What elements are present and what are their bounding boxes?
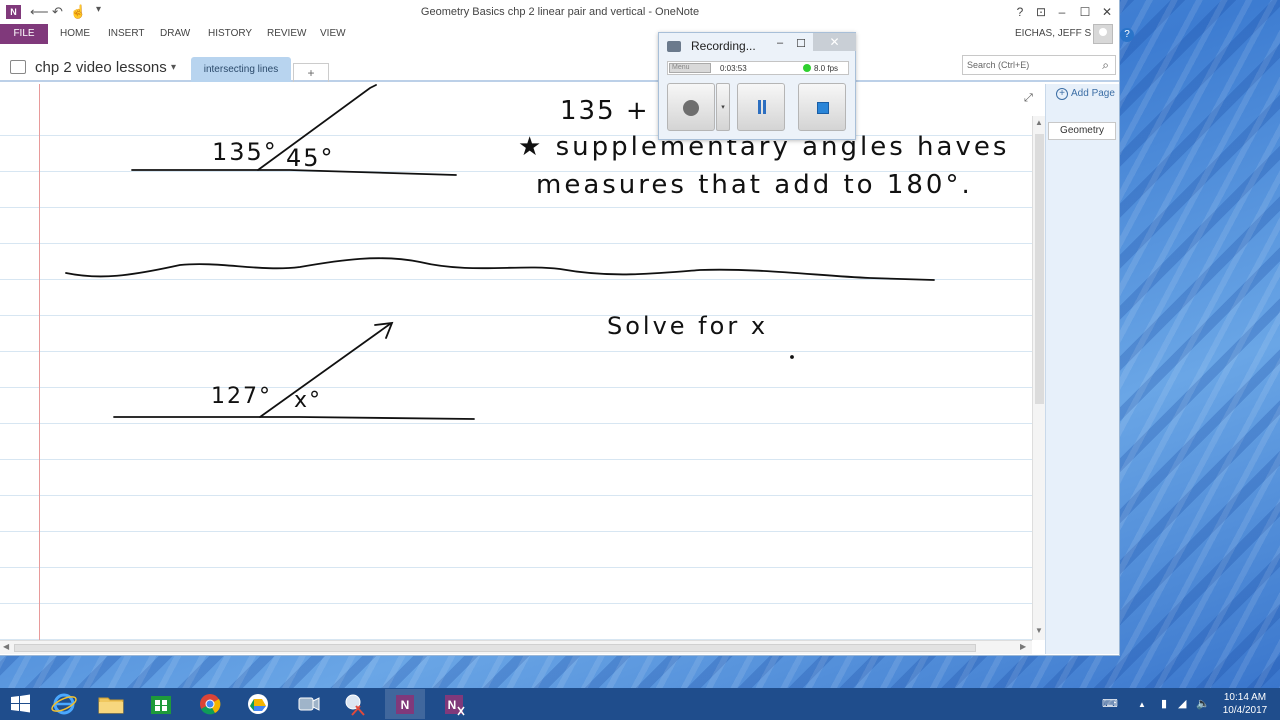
chevron-down-icon[interactable]: ▾ xyxy=(171,62,176,73)
stop-icon xyxy=(817,102,829,114)
note-supplementary-line2: measures that add to 180°. xyxy=(536,170,973,200)
note-angle-127: 127° xyxy=(211,384,272,409)
add-page-button[interactable]: + Add Page xyxy=(1056,88,1115,100)
note-page[interactable]: ⤢ 135° 45° 135 + 45 ★ supplementary angl… xyxy=(0,84,1033,640)
vertical-scrollbar[interactable]: ▲ ▼ xyxy=(1032,116,1045,640)
add-section-button[interactable]: + xyxy=(293,63,329,82)
minimize-button[interactable]: – xyxy=(1051,4,1073,20)
recorder-title: Recording... xyxy=(691,39,756,53)
tab-home[interactable]: HOME xyxy=(60,28,90,39)
help-icon[interactable]: ? xyxy=(1120,28,1134,42)
record-button[interactable] xyxy=(667,83,715,131)
title-bar: N ⟵ ↶ ☝ ▾ Geometry Basics chp 2 linear p… xyxy=(0,0,1119,24)
recorder-maximize-button[interactable]: ☐ xyxy=(792,37,810,50)
avatar[interactable] xyxy=(1093,24,1113,44)
network-icon[interactable]: ◢ xyxy=(1178,697,1186,710)
chrome-icon[interactable] xyxy=(190,689,230,719)
status-dot-icon xyxy=(803,64,811,72)
camera-icon xyxy=(667,41,681,52)
onenote-window: N ⟵ ↶ ☝ ▾ Geometry Basics chp 2 linear p… xyxy=(0,0,1120,656)
tab-history[interactable]: HISTORY xyxy=(208,28,252,39)
google-drive-icon[interactable] xyxy=(238,689,278,719)
keyboard-icon[interactable]: ⌨ xyxy=(1102,697,1118,710)
recorder-close-button[interactable]: ✕ xyxy=(813,33,856,51)
ink-ray-bottom xyxy=(259,323,391,418)
battery-icon[interactable]: ▮ xyxy=(1161,697,1167,710)
horizontal-scroll-thumb[interactable] xyxy=(14,644,976,652)
recorder-menu-dropdown[interactable]: Menu xyxy=(669,63,711,73)
search-icon[interactable]: ⌕ xyxy=(1102,56,1109,74)
tab-review[interactable]: REVIEW xyxy=(267,28,306,39)
window-title: Geometry Basics chp 2 linear pair and ve… xyxy=(420,6,700,18)
clock-date: 10/4/2017 xyxy=(1222,705,1268,716)
snipping-tool-icon[interactable] xyxy=(336,689,376,719)
recording-time: 0:03:53 xyxy=(720,64,747,73)
recording-window: Recording... – ☐ ✕ Menu 0:03:53 8.0 fps … xyxy=(658,32,856,140)
ink-wavy-divider xyxy=(65,257,935,281)
svg-text:N: N xyxy=(401,698,410,712)
add-page-label: Add Page xyxy=(1071,88,1115,99)
notebook-name[interactable]: chp 2 video lessons xyxy=(35,59,167,76)
tab-section-intersecting-lines[interactable]: intersecting lines xyxy=(191,57,291,82)
scroll-left-icon[interactable]: ◀ xyxy=(3,642,9,651)
note-solve-for-x: Solve for x xyxy=(607,312,769,340)
page-list-pane: + Add Page Geometry xyxy=(1045,84,1119,654)
note-angle-135: 135° xyxy=(212,138,278,166)
search-input[interactable]: Search (Ctrl+E) ⌕ xyxy=(962,55,1116,75)
close-button[interactable]: ✕ xyxy=(1096,4,1118,20)
taskbar-clock[interactable]: 10:14 AM 10/4/2017 xyxy=(1214,691,1276,717)
ink-line-bottom xyxy=(113,416,475,420)
volume-icon[interactable]: 🔈 xyxy=(1196,697,1210,710)
stop-button[interactable] xyxy=(798,83,846,131)
record-icon xyxy=(683,100,699,116)
onenote-clipper-icon[interactable]: N xyxy=(434,689,474,719)
record-options-dropdown[interactable]: ▾ xyxy=(716,83,730,131)
start-icon[interactable] xyxy=(0,689,40,719)
recorder-minimize-button[interactable]: – xyxy=(771,37,789,49)
ink-drawing xyxy=(65,84,935,420)
store-icon[interactable] xyxy=(141,689,181,719)
help-button[interactable]: ? xyxy=(1009,4,1031,20)
tab-insert[interactable]: INSERT xyxy=(108,28,145,39)
ink-dot xyxy=(790,355,794,359)
taskbar: N N ⌨ ▲ ▮ ◢ 🔈 10:14 AM 10/4/2017 xyxy=(0,688,1280,720)
show-hidden-icon[interactable]: ▲ xyxy=(1138,700,1146,709)
tab-file[interactable]: FILE xyxy=(0,24,48,44)
internet-explorer-icon[interactable] xyxy=(44,689,84,719)
page-list-item-geometry[interactable]: Geometry xyxy=(1048,122,1116,140)
search-placeholder: Search (Ctrl+E) xyxy=(967,60,1030,70)
file-explorer-icon[interactable] xyxy=(91,689,131,719)
ribbon-tabs: FILE HOME INSERT DRAW HISTORY REVIEW VIE… xyxy=(0,24,1119,44)
notebook-bar: chp 2 video lessons ▾ intersecting lines… xyxy=(0,44,1119,82)
note-angle-45: 45° xyxy=(286,144,335,172)
recorder-status-bar: Menu 0:03:53 8.0 fps xyxy=(667,61,849,75)
user-account[interactable]: EICHAS, JEFF S ▾ xyxy=(1015,28,1099,39)
note-angle-x: x° xyxy=(294,388,323,413)
recording-fps: 8.0 fps xyxy=(814,64,839,73)
pause-icon xyxy=(757,100,767,114)
tab-view[interactable]: VIEW xyxy=(320,28,346,39)
add-page-icon: + xyxy=(1056,88,1068,100)
clock-time: 10:14 AM xyxy=(1223,692,1267,703)
pause-button[interactable] xyxy=(737,83,785,131)
horizontal-scrollbar[interactable]: ◀ ▶ xyxy=(0,640,1032,654)
screen-recorder-icon[interactable] xyxy=(288,689,328,719)
notebook-icon[interactable] xyxy=(10,60,26,74)
scroll-down-icon[interactable]: ▼ xyxy=(1035,626,1043,635)
vertical-scroll-thumb[interactable] xyxy=(1035,134,1044,404)
svg-text:N: N xyxy=(448,698,457,712)
tab-draw[interactable]: DRAW xyxy=(160,28,190,39)
scroll-up-icon[interactable]: ▲ xyxy=(1035,118,1043,127)
onenote-icon[interactable]: N xyxy=(385,689,425,719)
ribbon-display-button[interactable]: ⊡ xyxy=(1030,4,1052,20)
maximize-button[interactable]: ☐ xyxy=(1074,4,1096,20)
scroll-right-icon[interactable]: ▶ xyxy=(1020,642,1026,651)
